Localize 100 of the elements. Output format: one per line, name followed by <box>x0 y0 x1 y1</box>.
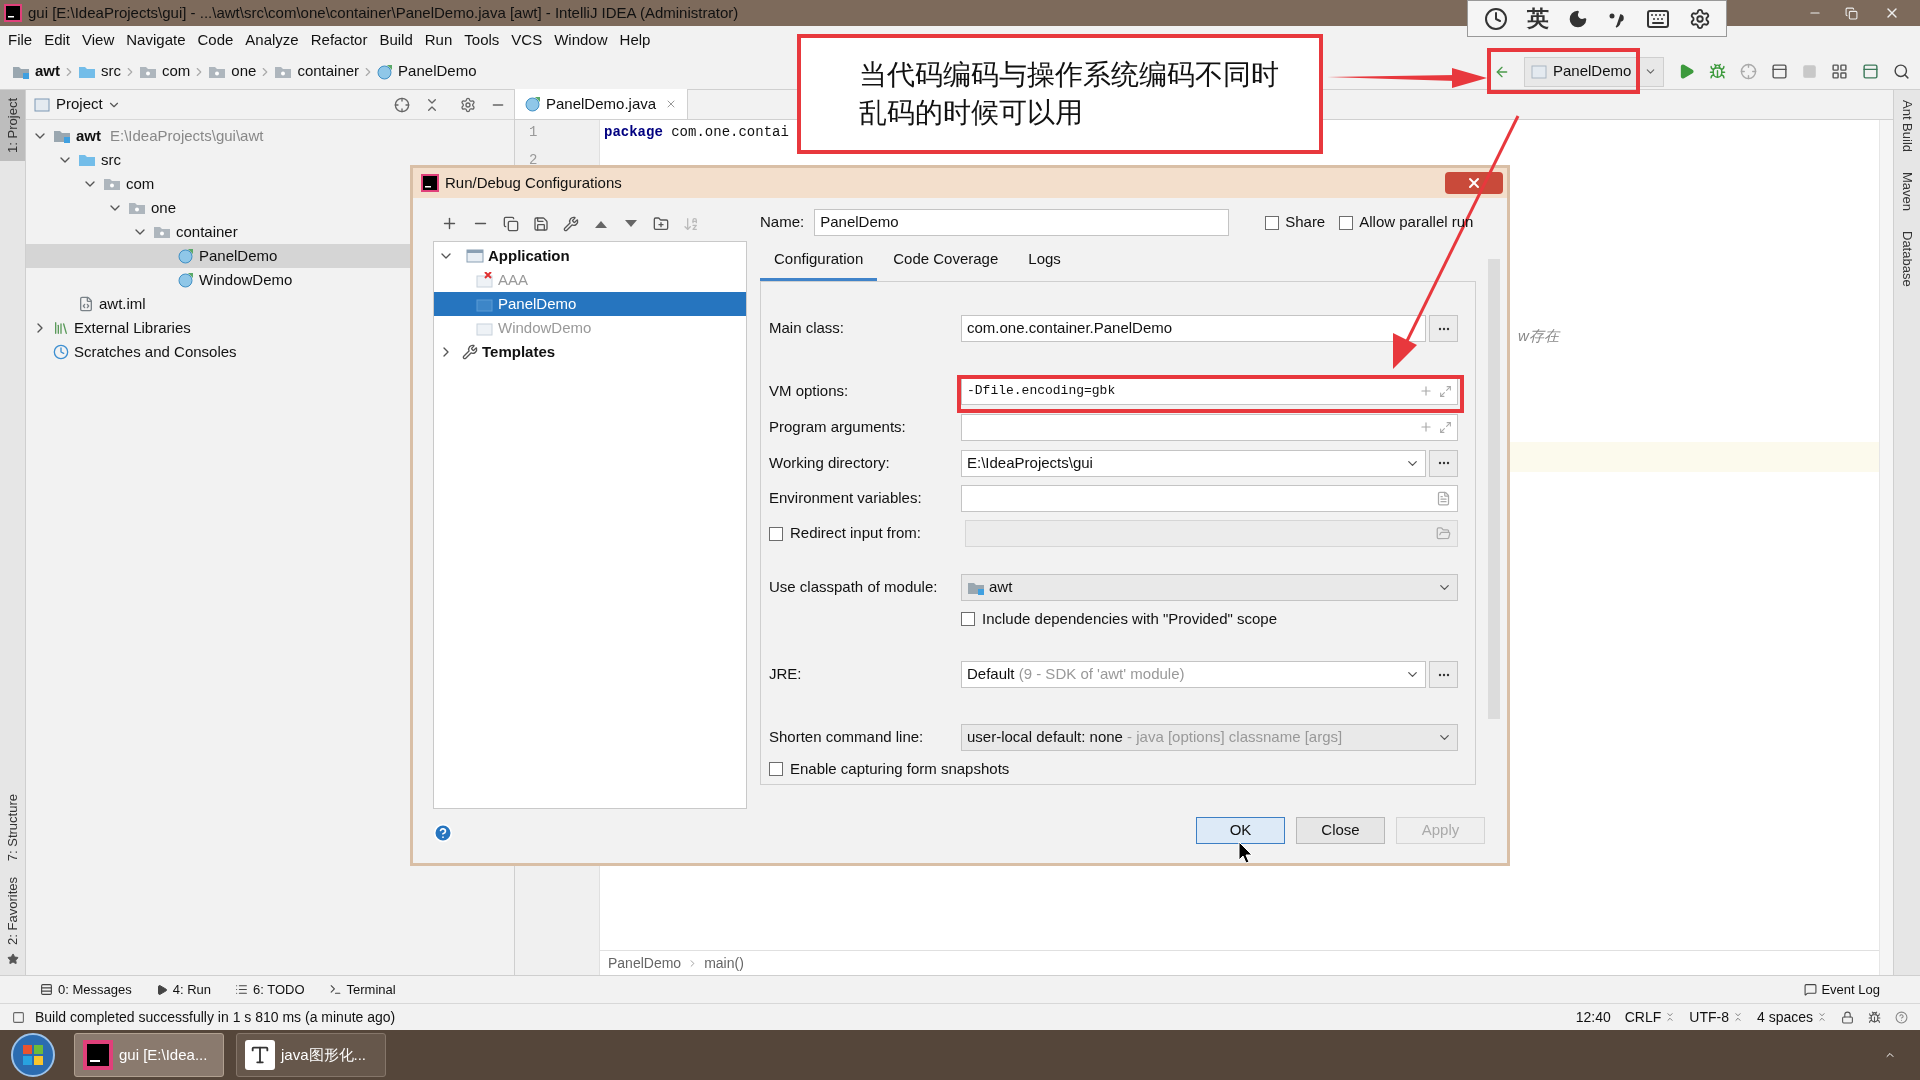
menu-item[interactable]: File <box>2 28 39 52</box>
text-field[interactable]: com.one.container.PanelDemo <box>961 315 1426 342</box>
cursor-icon <box>1238 841 1254 865</box>
tool-window-tab[interactable]: Database <box>1897 231 1917 287</box>
run-icon[interactable] <box>1678 63 1695 80</box>
editor-tab[interactable]: PanelDemo.java <box>515 89 689 119</box>
menu-item[interactable]: Run <box>418 28 459 52</box>
jre-hint: (9 - SDK of 'awt' module) <box>1018 665 1185 683</box>
config-item[interactable]: Templates <box>434 340 746 364</box>
taskbar-button[interactable]: java图形化... <box>236 1033 386 1077</box>
window-title: gui [E:\IdeaProjects\gui] - ...\awt\src\com\one\container\PanelDemo.java [awt] - IntelliJ IDEA (Administrator) <box>28 2 739 23</box>
wrench-icon[interactable] <box>563 215 579 232</box>
save-icon[interactable] <box>533 215 549 232</box>
menu-item[interactable]: Refactor <box>304 28 374 52</box>
status-icon[interactable] <box>12 1010 25 1024</box>
ime-logo-icon[interactable] <box>1483 6 1508 31</box>
checkbox[interactable] <box>961 612 975 626</box>
dropdown-field[interactable]: E:\IdeaProjects\gui <box>961 449 1426 477</box>
inspector-icon[interactable] <box>1868 1010 1881 1024</box>
add-icon[interactable] <box>441 215 458 232</box>
tab[interactable]: Logs <box>1014 241 1075 281</box>
shorten-dropdown[interactable]: user-local default: none - java [options] classname [args] <box>961 724 1458 751</box>
ime-language[interactable]: 英 <box>1526 2 1549 35</box>
tree-item[interactable]: awt E:\IdeaProjects\gui\awt <box>26 124 514 148</box>
breadcrumb-item[interactable]: PanelDemo <box>377 60 477 83</box>
move-down-icon[interactable] <box>623 218 639 229</box>
module-dropdown[interactable]: awt <box>961 574 1458 601</box>
library-icon <box>53 320 69 336</box>
package-folder-icon <box>153 224 171 240</box>
taskbar-button[interactable]: gui [E:\Idea... <box>74 1033 224 1077</box>
search-icon[interactable] <box>1893 63 1910 80</box>
checkbox[interactable] <box>769 526 783 541</box>
field-label: Main class: <box>769 318 846 339</box>
tool-window-tab[interactable]: 7: Structure <box>0 785 25 870</box>
breadcrumb-item[interactable]: src <box>78 60 121 83</box>
dialog-button[interactable]: Close <box>1296 817 1385 844</box>
status-item[interactable]: UTF-8 <box>1689 1006 1743 1028</box>
menu-item[interactable]: Navigate <box>120 28 192 52</box>
status-item[interactable]: CRLF <box>1624 1006 1676 1028</box>
jre-dropdown[interactable]: Default (9 - SDK of 'awt' module) <box>961 661 1426 688</box>
settings-icon[interactable] <box>460 96 476 113</box>
folder-icon <box>78 152 96 168</box>
start-button[interactable] <box>10 1032 56 1078</box>
checkbox[interactable] <box>1339 215 1354 230</box>
settings-icon[interactable] <box>1688 7 1711 30</box>
event-log-tab[interactable]: Event Log <box>1804 979 1880 1000</box>
checkbox[interactable] <box>769 762 783 776</box>
breadcrumb-item[interactable]: PanelDemo <box>608 952 682 974</box>
debug-icon[interactable] <box>1709 63 1726 80</box>
tool-window-tab[interactable]: Ant Build <box>1897 100 1917 153</box>
line-number: 2 <box>529 151 538 170</box>
breadcrumb-item[interactable]: com <box>139 60 191 83</box>
breadcrumb-item[interactable]: container <box>274 60 360 83</box>
list-icon <box>235 983 248 996</box>
breadcrumb-item[interactable]: main() <box>704 952 744 974</box>
editor-scrollbar[interactable] <box>1879 120 1893 975</box>
tool-window-tab[interactable]: 6: TODO <box>235 979 305 1000</box>
copy-icon[interactable] <box>503 215 519 232</box>
menu-item[interactable]: Help <box>613 28 657 52</box>
code-hint: w存在 <box>1518 325 1559 346</box>
menu-item[interactable]: Analyze <box>239 28 305 52</box>
tool-window-tab[interactable]: Terminal <box>328 979 396 1000</box>
class-icon <box>178 272 194 288</box>
tree-item[interactable]: src <box>26 148 514 172</box>
status-item[interactable]: 12:40 <box>1575 1006 1611 1028</box>
panel-title[interactable]: Project <box>56 93 103 116</box>
locate-icon[interactable] <box>394 96 410 113</box>
menu-item[interactable]: Code <box>191 28 240 52</box>
checkbox[interactable] <box>1265 215 1280 230</box>
tool-window-tab[interactable]: 4: Run <box>155 979 211 1000</box>
breadcrumb-item[interactable]: one <box>208 60 257 83</box>
help-icon[interactable] <box>433 823 453 843</box>
tool-window-tab[interactable]: 2: Favorites <box>0 869 25 953</box>
tab[interactable]: Configuration <box>760 241 878 281</box>
close-button[interactable] <box>1445 172 1503 194</box>
moon-icon[interactable] <box>1567 8 1588 29</box>
project-structure-icon[interactable] <box>1831 63 1848 80</box>
tree-item[interactable]: one <box>26 196 514 220</box>
menu-item[interactable]: VCS <box>505 28 549 52</box>
menu-item[interactable]: Tools <box>458 28 506 52</box>
tool-window-tab[interactable]: 0: Messages <box>40 979 132 1000</box>
tool-window-tab[interactable]: 1: Project <box>0 90 25 161</box>
menu-item[interactable]: Window <box>548 28 614 52</box>
text-field[interactable] <box>961 485 1458 512</box>
config-item[interactable]: PanelDemo <box>434 292 746 316</box>
menu-item[interactable]: View <box>76 28 121 52</box>
tree-item[interactable]: container <box>26 220 514 244</box>
tool-window-tab[interactable]: Maven <box>1897 172 1917 212</box>
lock-icon[interactable] <box>1841 1010 1854 1024</box>
tab[interactable]: Code Coverage <box>879 241 1013 281</box>
window-icon[interactable] <box>1862 63 1879 80</box>
status-item[interactable]: 4 spaces <box>1756 1006 1827 1028</box>
menu-item[interactable]: Edit <box>38 28 77 52</box>
field-label: Use classpath of module: <box>769 577 939 598</box>
run-configuration-dropdown[interactable]: PanelDemo <box>1524 56 1664 87</box>
breadcrumb-item[interactable]: awt <box>12 60 60 83</box>
dialog-button[interactable]: OK <box>1196 817 1285 844</box>
name-field[interactable]: PanelDemo <box>814 209 1230 236</box>
folder-add-icon[interactable] <box>653 215 669 232</box>
menu-item[interactable]: Build <box>373 28 419 52</box>
